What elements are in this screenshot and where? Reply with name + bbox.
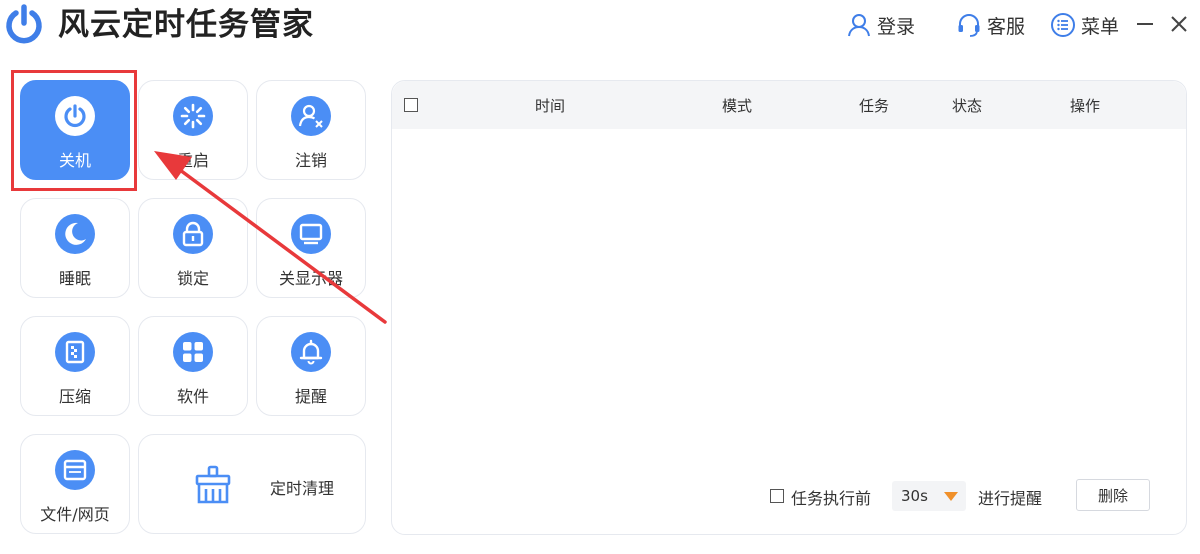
login-button[interactable]: 登录 xyxy=(846,12,915,38)
tile-label: 提醒 xyxy=(294,387,327,406)
chevron-down-icon xyxy=(944,492,958,501)
tile-label: 压缩 xyxy=(58,387,91,406)
table-header: 时间 模式 任务 状态 操作 xyxy=(392,81,1186,129)
tile-label: 关显示器 xyxy=(278,269,343,288)
headset-icon xyxy=(958,14,980,37)
tile-file-web[interactable]: 文件/网页 xyxy=(20,434,130,534)
user-icon xyxy=(848,14,870,37)
user-x-icon xyxy=(291,96,331,136)
delete-button[interactable]: 删除 xyxy=(1076,479,1150,511)
tile-label: 重启 xyxy=(176,151,209,170)
title-bar: 风云定时任务管家 登录 客服 菜单 xyxy=(0,0,1200,52)
apps-grid-icon xyxy=(173,332,213,372)
reminder-suffix: 进行提醒 xyxy=(978,489,1043,508)
column-action: 操作 xyxy=(1070,97,1101,115)
menu-list-icon xyxy=(1051,13,1075,37)
tile-logout[interactable]: 注销 xyxy=(256,80,366,180)
tile-label: 文件/网页 xyxy=(40,505,110,524)
tile-compress[interactable]: 压缩 xyxy=(20,316,130,416)
power-icon xyxy=(55,96,95,136)
archive-icon xyxy=(55,332,95,372)
customer-service-label: 客服 xyxy=(987,15,1026,38)
bell-icon xyxy=(291,332,331,372)
tile-sleep[interactable]: 睡眠 xyxy=(20,198,130,298)
tile-restart[interactable]: 重启 xyxy=(138,80,248,180)
select-all-checkbox[interactable] xyxy=(404,98,418,112)
reminder-time-select[interactable]: 30s xyxy=(892,481,966,511)
tile-label: 睡眠 xyxy=(58,269,91,288)
customer-service-button[interactable]: 客服 xyxy=(956,12,1025,38)
tile-cleanup[interactable]: 定时清理 xyxy=(138,434,366,534)
column-mode: 模式 xyxy=(722,97,753,115)
moon-icon xyxy=(55,214,95,254)
power-logo-icon xyxy=(6,4,42,44)
login-label: 登录 xyxy=(877,15,916,38)
column-status: 状态 xyxy=(952,97,983,115)
tile-label: 注销 xyxy=(294,151,327,170)
broom-basket-icon xyxy=(193,465,233,505)
menu-label: 菜单 xyxy=(1081,15,1120,38)
browser-window-icon xyxy=(55,450,95,490)
close-icon[interactable] xyxy=(1166,10,1192,38)
task-panel: 时间 模式 任务 状态 操作 任务执行前 30s 进行提醒 删除 xyxy=(391,80,1187,535)
tile-label: 软件 xyxy=(176,387,209,406)
column-time: 时间 xyxy=(535,97,566,115)
tile-label: 锁定 xyxy=(176,269,209,288)
tile-software[interactable]: 软件 xyxy=(138,316,248,416)
tile-label: 定时清理 xyxy=(269,479,334,498)
tile-shutdown[interactable]: 关机 xyxy=(20,80,130,180)
app-title: 风云定时任务管家 xyxy=(58,7,314,43)
menu-button[interactable]: 菜单 xyxy=(1050,12,1119,38)
tile-reminder[interactable]: 提醒 xyxy=(256,316,366,416)
reminder-time-value: 30s xyxy=(901,487,928,505)
tile-label: 关机 xyxy=(58,151,91,170)
monitor-icon xyxy=(291,214,331,254)
column-task: 任务 xyxy=(859,97,890,115)
reminder-checkbox[interactable] xyxy=(770,489,784,503)
tile-monitor-off[interactable]: 关显示器 xyxy=(256,198,366,298)
minimize-icon[interactable] xyxy=(1132,10,1158,38)
lock-icon xyxy=(173,214,213,254)
reminder-prefix: 任务执行前 xyxy=(791,489,872,508)
restart-icon xyxy=(173,96,213,136)
tile-lock[interactable]: 锁定 xyxy=(138,198,248,298)
